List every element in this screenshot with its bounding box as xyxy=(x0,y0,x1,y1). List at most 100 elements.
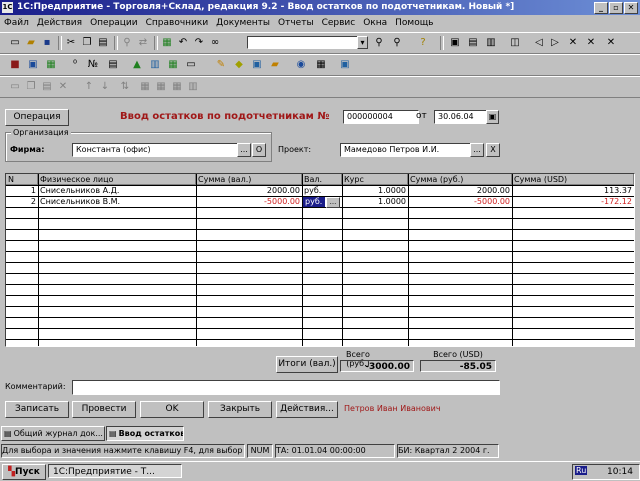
minimize-button[interactable]: _ xyxy=(594,2,608,14)
tab-general-journal[interactable]: ▤ Общий журнал док... xyxy=(1,426,105,441)
ok-button[interactable]: OK xyxy=(140,401,204,418)
row-edit-icon[interactable]: ▤ xyxy=(40,80,54,93)
pencil-icon[interactable]: ✎ xyxy=(214,58,228,71)
cell-currency-selected[interactable]: руб. xyxy=(303,197,325,207)
cell-rate[interactable]: 1.0000 xyxy=(342,196,408,207)
menu-help[interactable]: Помощь xyxy=(391,18,437,28)
select-icon[interactable]: ▦ xyxy=(170,80,184,93)
cell-sum-rub[interactable]: 2000.00 xyxy=(408,185,512,196)
cell-sum-rub[interactable]: -5000.00 xyxy=(408,196,512,207)
menu-operations[interactable]: Операции xyxy=(86,18,142,28)
column-header-person[interactable]: Физическое лицо xyxy=(38,174,196,185)
tab-balance-entry[interactable]: ▤Ввод остатков ... xyxy=(106,426,184,441)
cell-currency[interactable]: руб. xyxy=(302,185,342,196)
doc-red-icon[interactable]: ■ xyxy=(8,58,22,71)
number-icon[interactable]: № xyxy=(86,58,100,71)
filter-off-icon[interactable]: ▦ xyxy=(154,80,168,93)
table-icon[interactable]: ▦ xyxy=(166,58,180,71)
firm-field[interactable]: Константа (офис) xyxy=(72,143,238,157)
write-button[interactable]: Записать xyxy=(5,401,69,418)
window-list-icon[interactable]: ▥ xyxy=(484,36,498,49)
report-icon[interactable]: ▤ xyxy=(106,58,120,71)
menu-actions[interactable]: Действия xyxy=(33,18,86,28)
column-header-rate[interactable]: Курс xyxy=(342,174,408,185)
move-up-icon[interactable]: ↑ xyxy=(82,80,96,93)
menu-file[interactable]: Файл xyxy=(0,18,33,28)
cell-rate[interactable]: 1.0000 xyxy=(342,185,408,196)
maximize-button[interactable]: ▫ xyxy=(609,2,623,14)
window-cascade-icon[interactable]: ▣ xyxy=(448,36,462,49)
column-header-sum-usd[interactable]: Сумма (USD) xyxy=(512,174,634,185)
binoculars-icon[interactable]: ∞ xyxy=(208,36,222,49)
search-dropdown-icon[interactable]: ▾ xyxy=(357,36,368,49)
cube-icon[interactable]: ◆ xyxy=(232,58,246,71)
undo-icon[interactable]: ↶ xyxy=(176,36,190,49)
cell-person[interactable]: Снисельников В.М. xyxy=(38,196,196,207)
currency-select-button[interactable]: ... xyxy=(326,197,340,208)
nav-back-icon[interactable]: ◁ xyxy=(532,36,546,49)
column-header-sum-val[interactable]: Сумма (вал.) xyxy=(196,174,302,185)
paste-icon[interactable]: ▤ xyxy=(96,36,110,49)
row-delete-icon[interactable]: ✕ xyxy=(56,80,70,93)
column-header-sum-rub[interactable]: Сумма (руб.) xyxy=(408,174,512,185)
find-icon[interactable]: ⚲ xyxy=(120,36,134,49)
close-form-button[interactable]: Закрыть xyxy=(208,401,272,418)
folder-icon[interactable]: ▰ xyxy=(268,58,282,71)
start-button[interactable]: ▚Пуск xyxy=(2,464,46,480)
help-icon[interactable]: ? xyxy=(416,36,430,49)
doc-number-field[interactable]: 000000004 xyxy=(343,110,419,124)
nav-forward-icon[interactable]: ▷ xyxy=(548,36,562,49)
globe-icon[interactable]: ◉ xyxy=(294,58,308,71)
firm-select-button[interactable]: ... xyxy=(237,143,251,157)
doc-green-icon[interactable]: ▦ xyxy=(44,58,58,71)
redo-icon[interactable]: ↷ xyxy=(192,36,206,49)
triangle-icon[interactable]: ▲ xyxy=(130,58,144,71)
chart-icon[interactable]: ▥ xyxy=(148,58,162,71)
find-prev-icon[interactable]: ⚲ xyxy=(390,36,404,49)
mark-y-icon[interactable]: ✕ xyxy=(584,36,598,49)
column-header-currency[interactable]: Вал. xyxy=(302,174,342,185)
project-field[interactable]: Мамедово Петров И.И. xyxy=(340,143,471,157)
menu-reports[interactable]: Отчеты xyxy=(274,18,318,28)
operation-button[interactable]: Операция xyxy=(5,109,69,126)
grid-icon[interactable]: ▦ xyxy=(314,58,328,71)
cell-sum-val[interactable]: -5000.00 xyxy=(196,196,302,207)
post-button[interactable]: Провести xyxy=(72,401,136,418)
row-add-icon[interactable]: ▭ xyxy=(8,80,22,93)
save-icon[interactable]: ▪ xyxy=(40,36,54,49)
filter-icon[interactable]: ▦ xyxy=(138,80,152,93)
book-icon[interactable]: ◫ xyxy=(508,36,522,49)
cell-sum-val[interactable]: 2000.00 xyxy=(196,185,302,196)
menu-documents[interactable]: Документы xyxy=(212,18,274,28)
date-field[interactable]: 30.06.04 xyxy=(434,110,490,124)
search-combo[interactable] xyxy=(247,36,363,49)
sort-icon[interactable]: ⇅ xyxy=(118,80,132,93)
project-clear-button[interactable]: X xyxy=(486,143,500,157)
find-next-icon[interactable]: ⚲ xyxy=(372,36,386,49)
more-actions-button[interactable]: Действия... xyxy=(276,401,338,418)
firm-open-button[interactable]: O xyxy=(252,143,266,157)
print-icon[interactable]: ▭ xyxy=(184,58,198,71)
project-select-button[interactable]: ... xyxy=(470,143,484,157)
taskbar-app-button[interactable]: 1С:Предприятие - Т... xyxy=(48,464,182,478)
menu-windows[interactable]: Окна xyxy=(359,18,391,28)
new-document-icon[interactable]: ▭ xyxy=(8,36,22,49)
calculator-icon[interactable]: ▦ xyxy=(160,36,174,49)
copy-icon[interactable]: ❐ xyxy=(80,36,94,49)
menu-service[interactable]: Сервис xyxy=(318,18,360,28)
move-down-icon[interactable]: ↓ xyxy=(98,80,112,93)
counter-icon[interactable]: ⁰ xyxy=(68,58,82,71)
window-tile-icon[interactable]: ▤ xyxy=(466,36,480,49)
cash-icon[interactable]: ▣ xyxy=(250,58,264,71)
column-header-n[interactable]: N xyxy=(6,174,38,185)
menu-references[interactable]: Справочники xyxy=(142,18,213,28)
totals-button[interactable]: Итоги (вал.) xyxy=(276,356,338,373)
tree-icon[interactable]: ▥ xyxy=(186,80,200,93)
replace-icon[interactable]: ⇄ xyxy=(136,36,150,49)
cut-icon[interactable]: ✂ xyxy=(64,36,78,49)
cell-sum-usd[interactable]: 113.37 xyxy=(512,185,634,196)
monitor-icon[interactable]: ▣ xyxy=(338,58,352,71)
cell-sum-usd[interactable]: -172.12 xyxy=(512,196,634,207)
balances-table[interactable]: N Физическое лицо Сумма (вал.) Вал. Курс… xyxy=(5,173,635,347)
language-indicator[interactable]: Ru xyxy=(575,466,588,475)
